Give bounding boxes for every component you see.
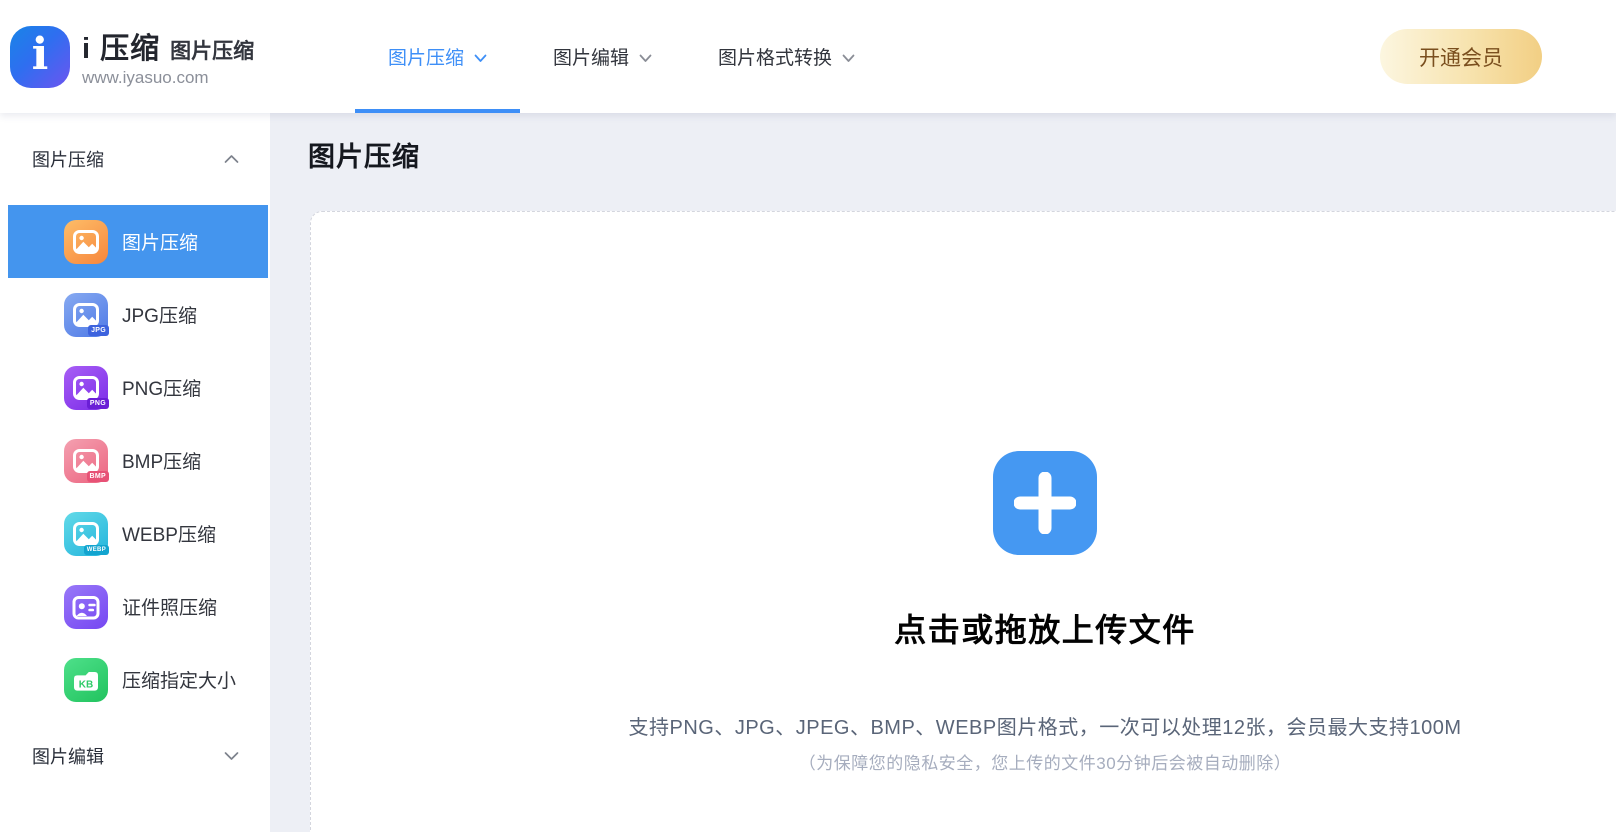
bmp-compress-icon: BMP (64, 438, 109, 483)
tab-image-edit[interactable]: 图片编辑 (520, 0, 685, 113)
brand-block[interactable]: i i 压缩 图片压缩 www.iyasuo.com (0, 0, 345, 113)
logo-letter: i (31, 29, 49, 80)
brand-text: i 压缩 图片压缩 www.iyasuo.com (82, 25, 254, 88)
sidebar: 图片压缩 图片压缩 JPG JPG压缩 PNG PNG压缩 BMP BMP压缩 … (0, 113, 270, 832)
chevron-down-icon (224, 752, 239, 760)
sidebar-item-label: WEBP压缩 (122, 525, 216, 546)
sidebar-item-label: 压缩指定大小 (122, 671, 237, 692)
section-label: 图片编辑 (32, 747, 104, 767)
chevron-up-icon (224, 155, 239, 163)
sidebar-item-png-compress[interactable]: PNG PNG压缩 (8, 351, 268, 424)
section-label: 图片压缩 (32, 150, 104, 170)
kb-folder-icon: KB (64, 657, 108, 702)
sidebar-item-label: 图片压缩 (122, 233, 199, 254)
dropzone-privacy-text: （为保障您的隐私安全，您上传的文件30分钟后会被自动删除） (798, 754, 1292, 773)
tab-label: 图片编辑 (553, 48, 630, 69)
sidebar-item-image-compress[interactable]: 图片压缩 (8, 205, 268, 278)
add-files-button[interactable] (993, 451, 1097, 555)
dropzone-support-text: 支持PNG、JPG、JPEG、BMP、WEBP图片格式，一次可以处理12张，会员… (628, 717, 1462, 739)
plus-icon (1014, 472, 1076, 534)
brand-tagline: 图片压缩 (170, 40, 255, 63)
id-photo-icon (64, 584, 108, 629)
sidebar-section-image-edit[interactable]: 图片编辑 (0, 716, 270, 796)
chevron-down-icon (474, 54, 487, 62)
sidebar-item-jpg-compress[interactable]: JPG JPG压缩 (8, 278, 268, 351)
tab-image-compress[interactable]: 图片压缩 (355, 0, 521, 113)
image-compress-icon (64, 219, 108, 264)
open-membership-button[interactable]: 开通会员 (1380, 29, 1542, 84)
svg-text:KB: KB (79, 679, 93, 690)
sidebar-item-label: BMP压缩 (122, 452, 202, 473)
sidebar-item-compress-to-size[interactable]: KB 压缩指定大小 (8, 643, 268, 716)
app-header: i i 压缩 图片压缩 www.iyasuo.com 图片压缩 图片编辑 图片格… (0, 0, 1616, 113)
png-badge: PNG (86, 397, 109, 409)
main-nav: 图片压缩 图片编辑 图片格式转换 (355, 0, 888, 113)
sidebar-item-id-photo-compress[interactable]: 证件照压缩 (8, 570, 268, 643)
sidebar-item-bmp-compress[interactable]: BMP BMP压缩 (8, 424, 268, 497)
webp-compress-icon: WEBP (64, 511, 109, 556)
jpg-compress-icon: JPG (64, 292, 109, 337)
sidebar-item-label: PNG压缩 (122, 379, 202, 400)
dropzone-title: 点击或拖放上传文件 (894, 612, 1196, 648)
chevron-down-icon (842, 54, 855, 62)
sidebar-item-label: JPG压缩 (122, 306, 197, 327)
jpg-badge: JPG (88, 324, 109, 336)
tab-label: 图片格式转换 (718, 48, 833, 69)
bmp-badge: BMP (86, 470, 109, 482)
upload-dropzone[interactable]: 点击或拖放上传文件 支持PNG、JPG、JPEG、BMP、WEBP图片格式，一次… (310, 211, 1616, 832)
chevron-down-icon (639, 54, 652, 62)
sidebar-item-label: 证件照压缩 (122, 598, 218, 619)
brand-logo-icon: i (10, 25, 70, 88)
png-compress-icon: PNG (64, 365, 109, 410)
sidebar-section-image-compress[interactable]: 图片压缩 (0, 113, 270, 205)
main-content: 图片压缩 点击或拖放上传文件 支持PNG、JPG、JPEG、BMP、WEBP图片… (270, 113, 1616, 832)
tab-format-convert[interactable]: 图片格式转换 (685, 0, 888, 113)
brand-name: i 压缩 (82, 33, 161, 65)
webp-badge: WEBP (83, 544, 109, 555)
sidebar-item-webp-compress[interactable]: WEBP WEBP压缩 (8, 497, 268, 570)
page-title: 图片压缩 (308, 142, 420, 172)
brand-url: www.iyasuo.com (82, 68, 209, 87)
tab-label: 图片压缩 (388, 48, 465, 69)
